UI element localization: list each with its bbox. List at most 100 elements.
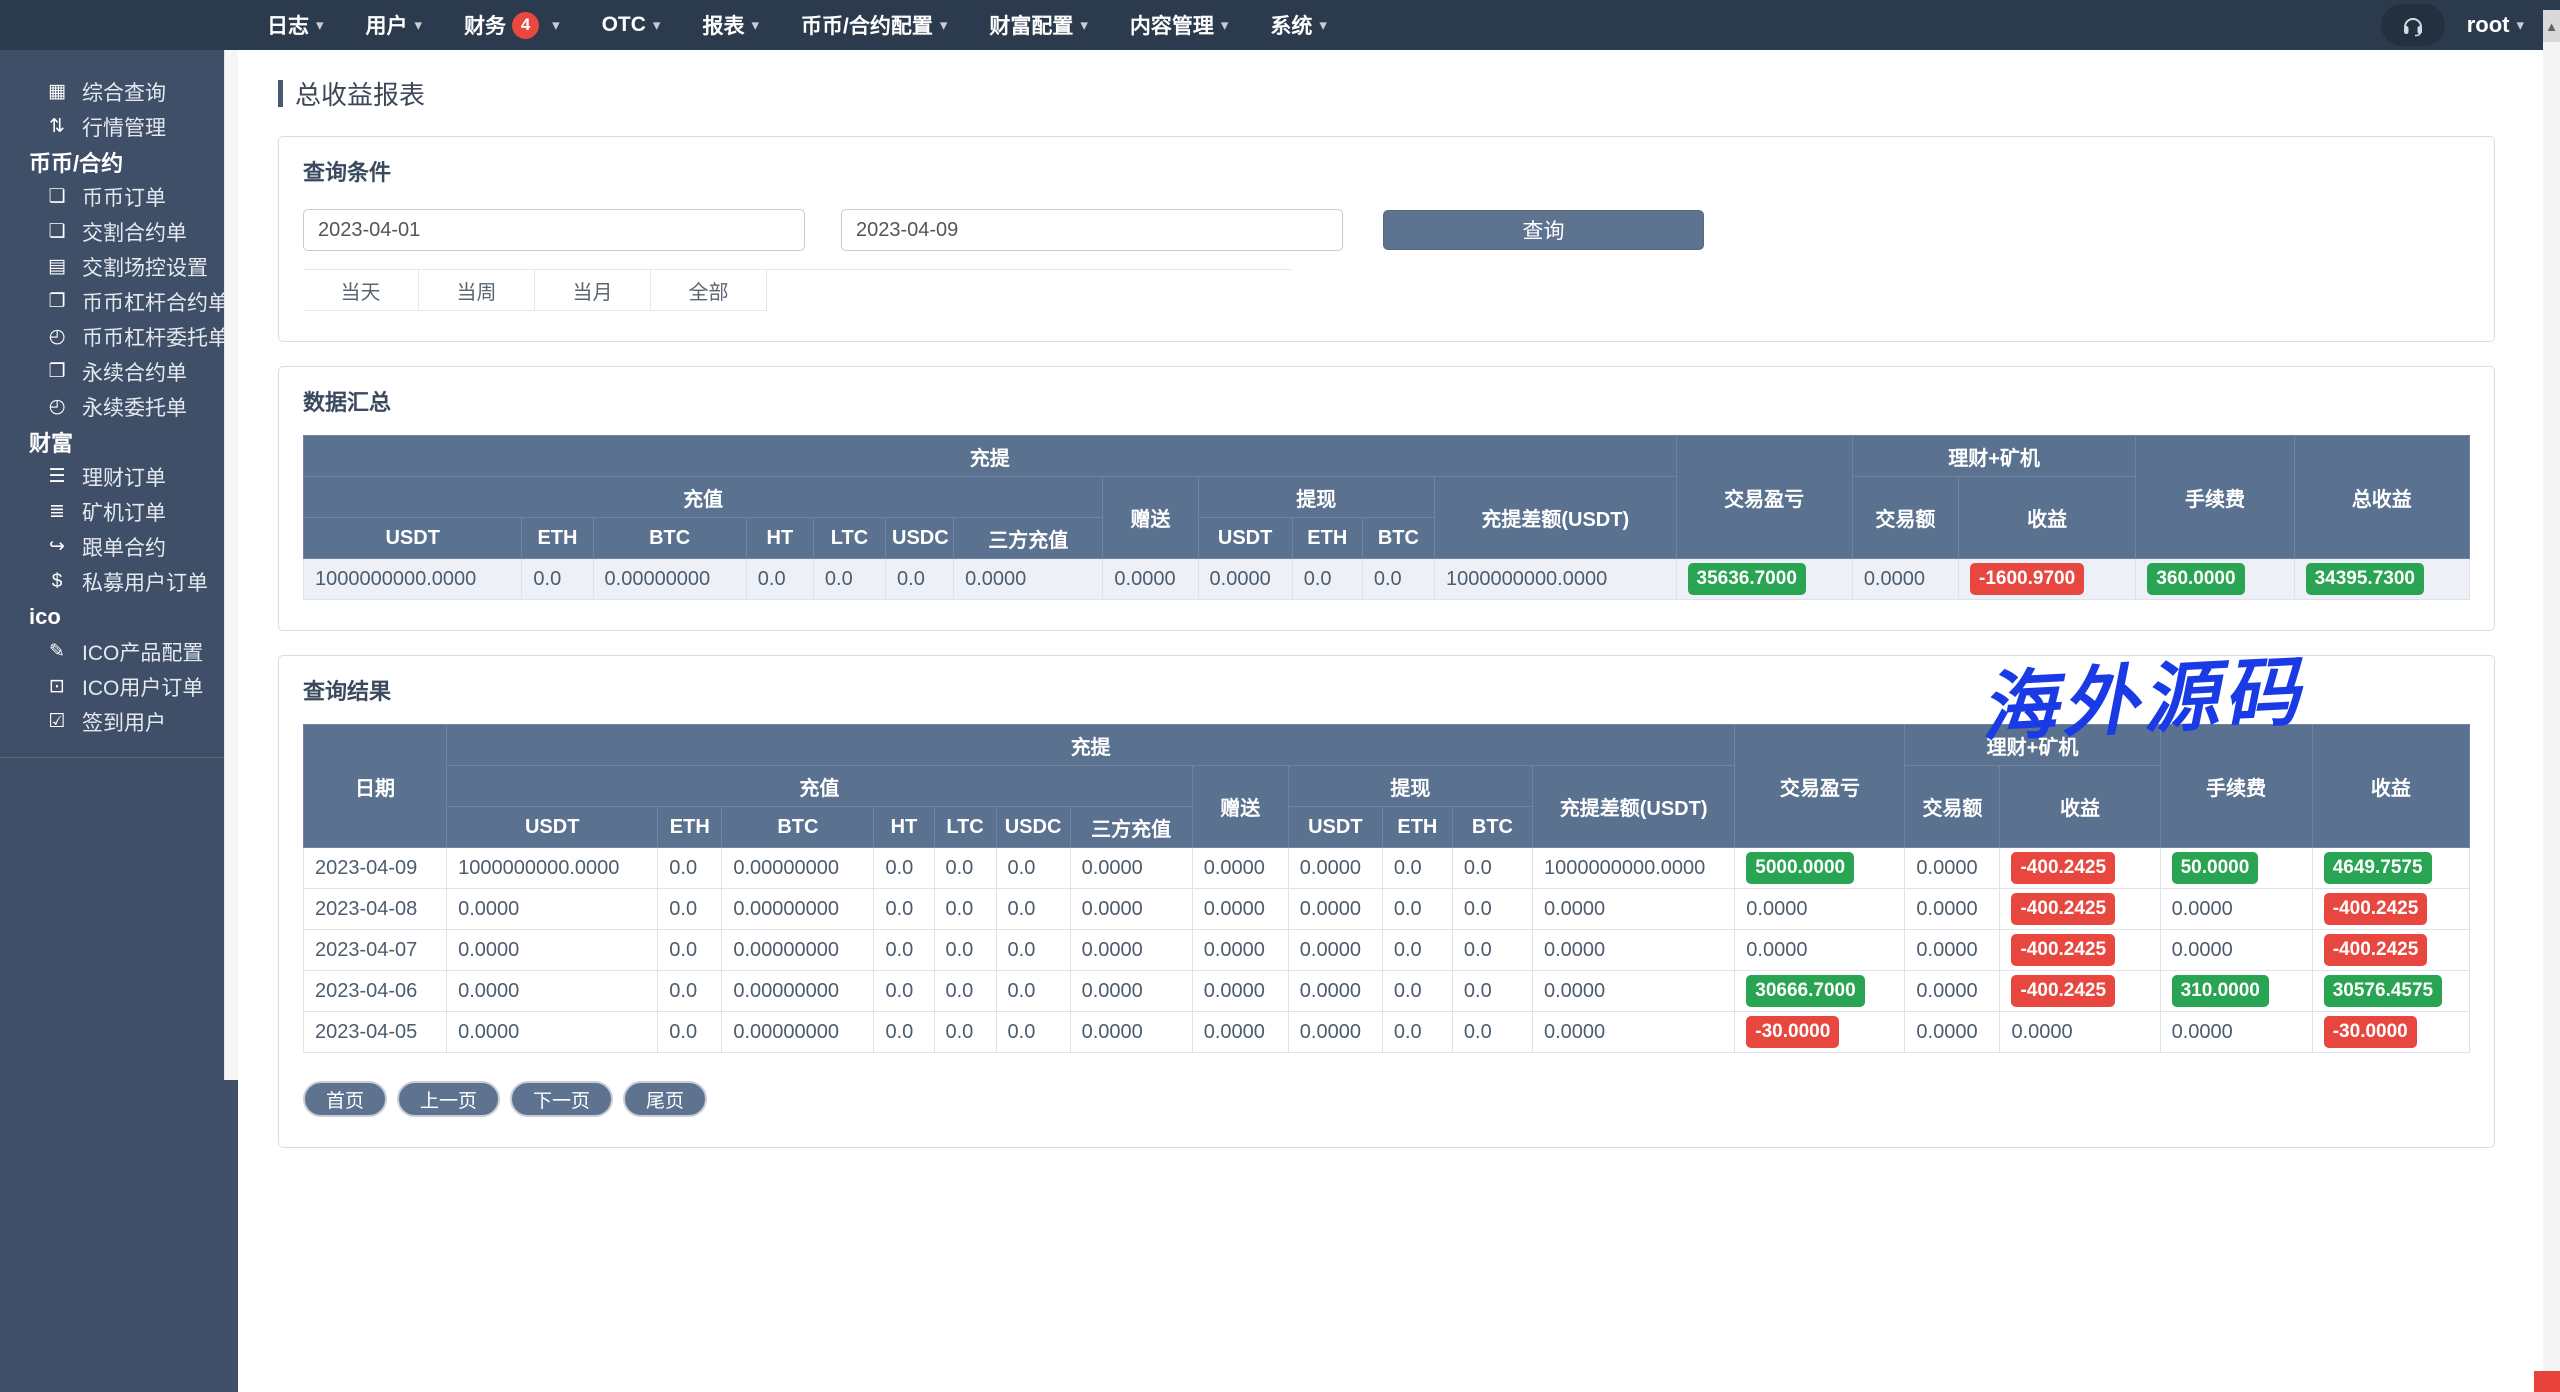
sidebar-item[interactable]: ❐永续合约单 xyxy=(0,354,224,389)
caret-down-icon: ▾ xyxy=(2516,16,2524,34)
table-cell: 0.0000 xyxy=(1288,848,1382,889)
table-cell: 0.0 xyxy=(934,848,996,889)
nav-item[interactable]: 日志▾ xyxy=(246,0,345,50)
nav-item[interactable]: 财务4▾ xyxy=(443,0,581,50)
support-button[interactable] xyxy=(2381,4,2445,46)
sidebar-item-label: 币币订单 xyxy=(82,182,166,212)
quick-tab[interactable]: 全部 xyxy=(651,270,767,311)
sidebar-item-label: 币币杠杆合约单 xyxy=(82,287,229,317)
col-header: ETH xyxy=(658,807,722,848)
table-cell: 0.0000 xyxy=(447,930,658,971)
page-scrollbar[interactable]: ▲ xyxy=(2543,0,2560,1392)
table-cell: 0.0 xyxy=(934,889,996,930)
sidebar-item[interactable]: ❏交割合约单 xyxy=(0,214,224,249)
scroll-up-arrow[interactable]: ▲ xyxy=(2543,10,2560,42)
value-badge-red: -400.2425 xyxy=(2324,893,2428,925)
sidebar-item[interactable]: ✎ICO产品配置 xyxy=(0,634,224,669)
quick-tab[interactable]: 当周 xyxy=(419,270,535,311)
value-badge-red: -30.0000 xyxy=(2324,1016,2417,1048)
nav-item[interactable]: 报表▾ xyxy=(681,0,780,50)
nav-item[interactable]: 内容管理▾ xyxy=(1109,0,1250,50)
sidebar-item[interactable]: ❏币币订单 xyxy=(0,179,224,214)
table-cell: 0.0000 xyxy=(1288,1012,1382,1053)
nav-item-label: 报表 xyxy=(702,10,744,40)
table-cell: 0.00000000 xyxy=(722,848,874,889)
sidebar-item[interactable]: ↪跟单合约 xyxy=(0,529,224,564)
table-cell: 360.0000 xyxy=(2136,559,2294,600)
sidebar-item-label: 签到用户 xyxy=(82,707,166,737)
caret-down-icon: ▾ xyxy=(940,16,948,34)
bookmark-icon: ❏ xyxy=(44,220,70,243)
sidebar-item-label: ICO产品配置 xyxy=(82,637,203,667)
table-cell: 0.0000 xyxy=(1070,848,1192,889)
table-cell: 0.0000 xyxy=(447,971,658,1012)
table-cell: 0.0000 xyxy=(447,1012,658,1053)
pagination-button[interactable]: 上一页 xyxy=(397,1081,500,1117)
nav-item-label: 系统 xyxy=(1270,10,1312,40)
value-badge-red: -400.2425 xyxy=(2011,852,2115,884)
query-form: 查询 xyxy=(303,209,2470,251)
table-cell: 0.0000 xyxy=(1198,559,1292,600)
nav-item[interactable]: 用户▾ xyxy=(345,0,444,50)
sidebar-item[interactable]: ◴永续委托单 xyxy=(0,389,224,424)
quick-tab[interactable]: 当天 xyxy=(303,270,419,311)
col-header: 手续费 xyxy=(2136,436,2294,559)
date-from-input[interactable] xyxy=(303,209,805,251)
nav-item[interactable]: 系统▾ xyxy=(1249,0,1348,50)
sidebar-item[interactable]: ▤交割场控设置 xyxy=(0,249,224,284)
table-cell: 2023-04-05 xyxy=(304,1012,447,1053)
col-header: 充提差额(USDT) xyxy=(1532,766,1734,848)
table-cell: 0.00000000 xyxy=(722,971,874,1012)
col-header: 三方充值 xyxy=(1070,807,1192,848)
sidebar-item[interactable]: ☑签到用户 xyxy=(0,704,224,739)
nav-item[interactable]: 财富配置▾ xyxy=(968,0,1109,50)
table-cell: 0.0000 xyxy=(1192,930,1288,971)
sidebar-item[interactable]: ☰理财订单 xyxy=(0,459,224,494)
nav-item[interactable]: OTC▾ xyxy=(581,0,682,50)
sidebar-item[interactable]: ◴币币杠杆委托单 xyxy=(0,319,224,354)
table-cell: -1600.9700 xyxy=(1959,559,2136,600)
col-header: 充值 xyxy=(304,477,1103,518)
table-cell: 50.0000 xyxy=(2160,848,2312,889)
sidebar-scrollbar[interactable] xyxy=(224,50,238,1080)
col-header: 充提差额(USDT) xyxy=(1434,477,1676,559)
table-cell: 0.0 xyxy=(996,1012,1070,1053)
table-cell: -400.2425 xyxy=(2000,971,2160,1012)
date-to-input[interactable] xyxy=(841,209,1343,251)
pagination-button[interactable]: 下一页 xyxy=(510,1081,613,1117)
pagination-button[interactable]: 尾页 xyxy=(623,1081,707,1117)
table-cell: 0.0 xyxy=(996,930,1070,971)
scroll-bottom-red-box xyxy=(2534,1371,2560,1392)
sidebar-item[interactable]: ❐币币杠杆合约单 xyxy=(0,284,224,319)
table-cell: 0.0000 xyxy=(1288,889,1382,930)
table-cell: 0.0000 xyxy=(1905,971,2000,1012)
nav-item[interactable]: 币币/合约配置▾ xyxy=(780,0,968,50)
table-cell: 0.0000 xyxy=(1070,889,1192,930)
table-cell: 0.0000 xyxy=(1192,971,1288,1012)
sidebar-item[interactable]: ▦综合查询 xyxy=(0,74,224,109)
page-title-row: 总收益报表 xyxy=(278,75,2543,112)
table-cell: 2023-04-07 xyxy=(304,930,447,971)
pagination: 首页上一页下一页尾页 xyxy=(303,1081,2470,1117)
sidebar-item[interactable]: ⊡ICO用户订单 xyxy=(0,669,224,704)
sidebar: ▦综合查询⇅行情管理币币/合约❏币币订单❏交割合约单▤交割场控设置❐币币杠杆合约… xyxy=(0,50,238,1392)
quick-tab-strip: 当天当周当月全部 xyxy=(303,269,1291,311)
table-cell: 0.0 xyxy=(874,971,934,1012)
quick-tab[interactable]: 当月 xyxy=(535,270,651,311)
col-header: 交易盈亏 xyxy=(1735,725,1905,848)
sidebar-item[interactable]: ⇅行情管理 xyxy=(0,109,224,144)
quick-tabs: 当天当周当月全部 xyxy=(303,270,1291,311)
col-header: 充提 xyxy=(447,725,1735,766)
table-cell: 0.0 xyxy=(746,559,813,600)
sidebar-item[interactable]: ≣矿机订单 xyxy=(0,494,224,529)
table-cell: 34395.7300 xyxy=(2294,559,2469,600)
value-badge-green: 34395.7300 xyxy=(2306,563,2424,595)
sidebar-item-label: 私募用户订单 xyxy=(82,567,208,597)
table-cell: 0.0000 xyxy=(2160,930,2312,971)
sidebar-section-label: ico xyxy=(0,599,224,634)
table-cell: -400.2425 xyxy=(2000,889,2160,930)
sidebar-item[interactable]: $私募用户订单 xyxy=(0,564,224,599)
user-menu[interactable]: root ▾ xyxy=(2467,12,2524,38)
search-button[interactable]: 查询 xyxy=(1383,210,1704,250)
pagination-button[interactable]: 首页 xyxy=(303,1081,387,1117)
